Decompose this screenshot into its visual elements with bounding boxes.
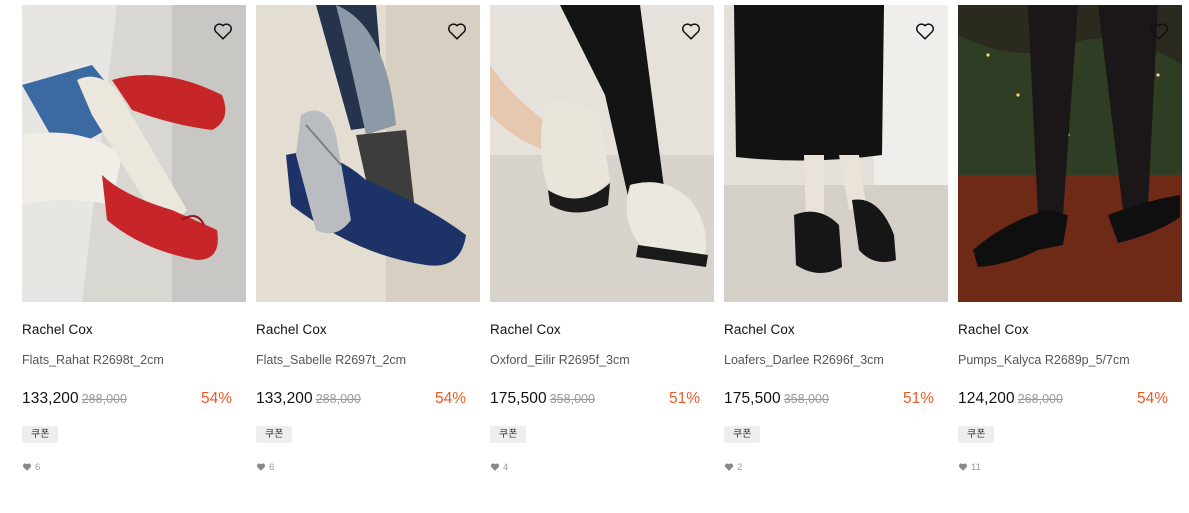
original-price: 358,000 xyxy=(783,392,829,406)
product-card[interactable]: Rachel Cox Flats_Rahat R2698t_2cm 133,20… xyxy=(22,5,246,473)
product-photo xyxy=(490,5,714,302)
product-brand[interactable]: Rachel Cox xyxy=(724,322,795,337)
wishlist-heart-icon[interactable] xyxy=(212,20,234,42)
discount-rate: 51% xyxy=(668,390,700,407)
coupon-badge: 쿠폰 xyxy=(22,426,59,443)
original-price: 288,000 xyxy=(315,392,361,406)
like-count-value: 11 xyxy=(971,461,981,473)
like-count-value: 6 xyxy=(35,461,41,473)
like-count-value: 6 xyxy=(269,461,275,473)
product-card[interactable]: Rachel Cox Flats_Sabelle R2697t_2cm 133,… xyxy=(256,5,480,473)
product-card[interactable]: Rachel Cox Oxford_Eilir R2695f_3cm 175,5… xyxy=(490,5,714,473)
like-count: 6 xyxy=(22,461,40,473)
product-brand[interactable]: Rachel Cox xyxy=(490,322,561,337)
sale-price: 133,200 xyxy=(256,390,313,407)
discount-rate: 54% xyxy=(200,390,232,407)
sale-price: 124,200 xyxy=(958,390,1015,407)
product-name[interactable]: Loafers_Darlee R2696f_3cm xyxy=(724,353,884,367)
coupon-badge: 쿠폰 xyxy=(958,426,995,443)
wishlist-heart-icon[interactable] xyxy=(1148,20,1170,42)
product-name[interactable]: Flats_Sabelle R2697t_2cm xyxy=(256,353,406,367)
original-price: 358,000 xyxy=(549,392,595,406)
product-photo xyxy=(22,5,246,302)
product-image[interactable] xyxy=(256,5,480,302)
sale-price: 133,200 xyxy=(22,390,79,407)
original-price: 268,000 xyxy=(1017,392,1063,406)
heart-filled-icon xyxy=(256,463,266,471)
wishlist-heart-icon[interactable] xyxy=(680,20,702,42)
product-brand[interactable]: Rachel Cox xyxy=(958,322,1029,337)
product-name[interactable]: Pumps_Kalyca R2689p_5/7cm xyxy=(958,353,1130,367)
product-photo xyxy=(724,5,948,302)
product-brand[interactable]: Rachel Cox xyxy=(256,322,327,337)
product-image[interactable] xyxy=(490,5,714,302)
like-count: 6 xyxy=(256,461,274,473)
product-name[interactable]: Flats_Rahat R2698t_2cm xyxy=(22,353,164,367)
heart-filled-icon xyxy=(22,463,32,471)
discount-rate: 51% xyxy=(902,390,934,407)
original-price: 288,000 xyxy=(81,392,127,406)
heart-filled-icon xyxy=(958,463,968,471)
heart-filled-icon xyxy=(490,463,500,471)
product-image[interactable] xyxy=(22,5,246,302)
like-count: 4 xyxy=(490,461,508,473)
price-row: 133,200 288,000 54% xyxy=(256,390,466,410)
price-row: 124,200 268,000 54% xyxy=(958,390,1168,410)
coupon-badge: 쿠폰 xyxy=(490,426,527,443)
product-card[interactable]: Rachel Cox Pumps_Kalyca R2689p_5/7cm 124… xyxy=(958,5,1182,473)
product-photo xyxy=(958,5,1182,302)
coupon-badge: 쿠폰 xyxy=(256,426,293,443)
like-count: 11 xyxy=(958,461,981,473)
product-name[interactable]: Oxford_Eilir R2695f_3cm xyxy=(490,353,630,367)
wishlist-heart-icon[interactable] xyxy=(914,20,936,42)
discount-rate: 54% xyxy=(434,390,466,407)
price-row: 175,500 358,000 51% xyxy=(490,390,700,410)
wishlist-heart-icon[interactable] xyxy=(446,20,468,42)
product-card[interactable]: Rachel Cox Loafers_Darlee R2696f_3cm 175… xyxy=(724,5,948,473)
discount-rate: 54% xyxy=(1136,390,1168,407)
price-row: 175,500 358,000 51% xyxy=(724,390,934,410)
heart-filled-icon xyxy=(724,463,734,471)
sale-price: 175,500 xyxy=(724,390,781,407)
product-brand[interactable]: Rachel Cox xyxy=(22,322,93,337)
product-photo xyxy=(256,5,480,302)
product-image[interactable] xyxy=(724,5,948,302)
like-count: 2 xyxy=(724,461,742,473)
product-image[interactable] xyxy=(958,5,1182,302)
coupon-badge: 쿠폰 xyxy=(724,426,761,443)
like-count-value: 4 xyxy=(503,461,509,473)
price-row: 133,200 288,000 54% xyxy=(22,390,232,410)
sale-price: 175,500 xyxy=(490,390,547,407)
like-count-value: 2 xyxy=(737,461,743,473)
